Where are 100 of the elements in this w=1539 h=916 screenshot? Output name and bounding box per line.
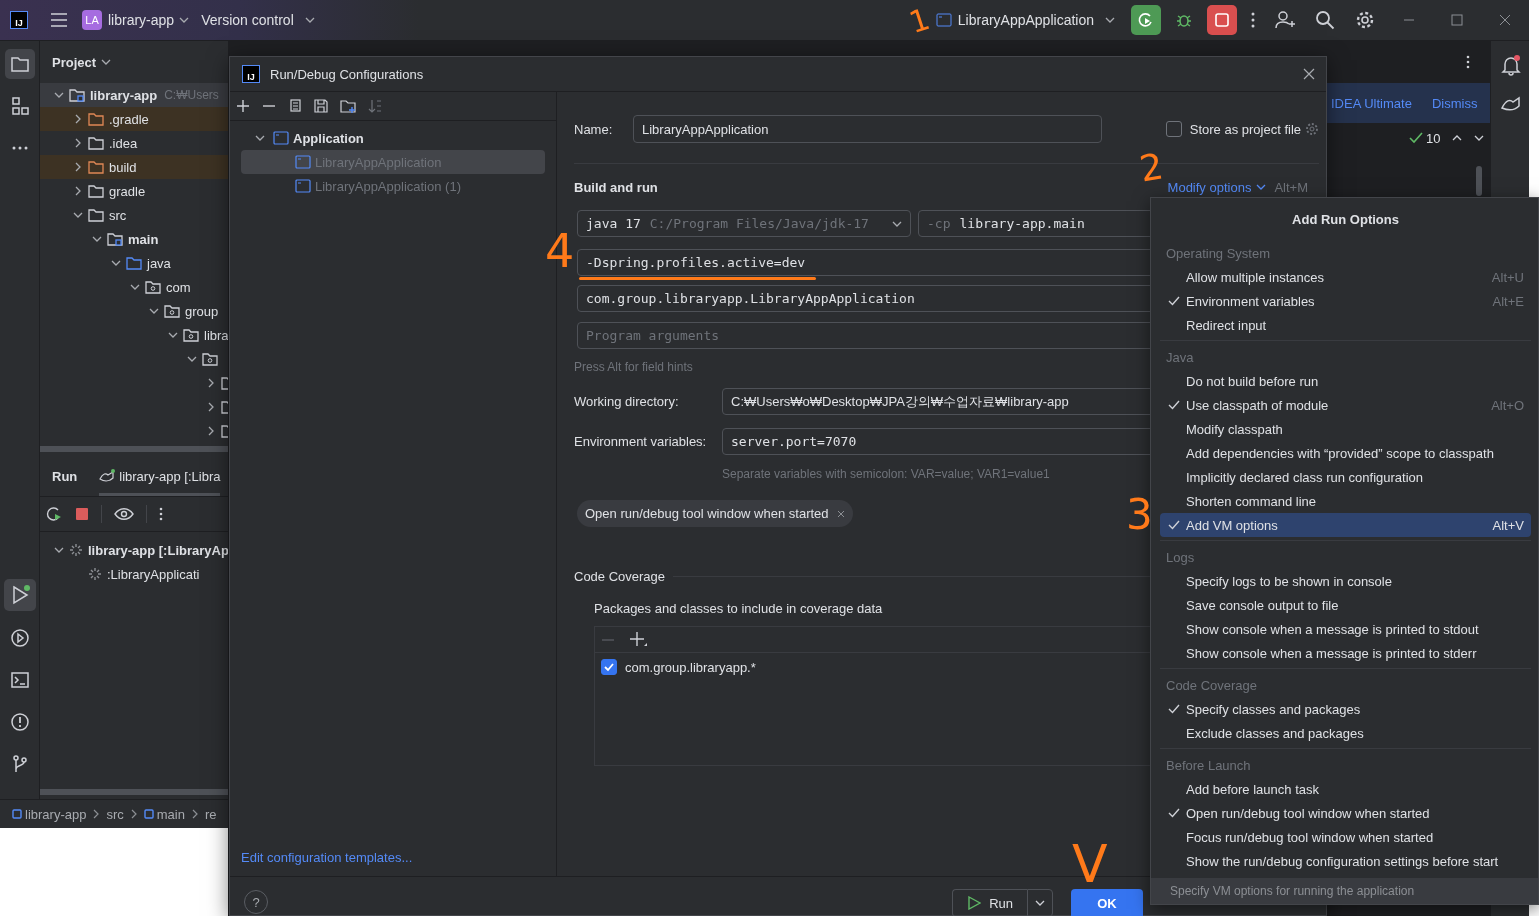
dismiss-link[interactable]: Dismiss [1431,95,1478,111]
tree-item[interactable]: com [40,275,228,299]
close-icon[interactable] [1499,14,1511,26]
rerun-button[interactable] [1131,5,1161,35]
chevron-icon[interactable] [73,162,83,172]
store-checkbox[interactable]: Store as project file [1165,121,1301,137]
menu-item[interactable]: Specify classes and packages [1160,697,1531,721]
menu-item[interactable]: Show the run/debug configuration settings before start [1160,849,1531,873]
panel-title[interactable]: Project [52,54,97,70]
chevron-icon[interactable] [149,306,159,316]
config-item[interactable]: Application [241,126,545,150]
add-icon[interactable] [236,99,250,113]
app-logo[interactable]: IJ [10,11,28,29]
remove-icon[interactable] [836,509,845,518]
more-icon[interactable] [1466,55,1470,69]
menu-item[interactable]: Focus run/debug tool window when started [1160,825,1531,849]
chevron-icon[interactable] [111,258,121,268]
scrollbar[interactable] [1476,166,1482,196]
jre-dropdown[interactable]: java 17 C:/Program Files/Java/jdk-17 [577,210,911,237]
chevron-icon[interactable] [73,138,83,148]
search-icon[interactable] [1315,10,1335,30]
run-tab[interactable]: library-app [:Libra [99,456,221,496]
tree-item[interactable]: gradle [40,179,228,203]
tree-item[interactable]: main [40,227,228,251]
run-button[interactable]: Run [952,889,1027,916]
chevron-icon[interactable] [54,90,64,100]
run-config-selector[interactable]: LibraryAppApplication [935,12,1115,28]
tree-item[interactable]: :LibraryApplicati [40,562,228,586]
breadcrumb-item[interactable]: main [143,806,185,822]
ok-button[interactable]: OK [1071,889,1143,916]
add-icon[interactable] [629,630,647,649]
menu-item[interactable]: Show console when a message is printed to stdout [1160,617,1531,641]
chevron-icon[interactable] [206,426,216,436]
item-label: build [109,159,137,175]
coverage-label: Packages and classes to include in coverage data [594,601,883,616]
breadcrumb-item[interactable]: re [204,806,217,822]
save-icon[interactable] [314,99,328,113]
chevron-down-icon[interactable] [1474,133,1485,143]
settings-icon[interactable] [1355,10,1375,30]
tree-item[interactable]: libra [40,323,228,347]
menu-item[interactable]: Add before launch task [1160,777,1531,801]
menu-item[interactable]: Add VM options Alt+V [1160,513,1531,537]
tree-item[interactable]: src [40,203,228,227]
project-switcher[interactable]: LA library-app [82,10,190,30]
tree-item[interactable]: .gradle [40,107,228,131]
more-icon[interactable] [159,507,163,521]
breadcrumb-item[interactable]: library-app [12,806,87,822]
chevron-icon[interactable] [206,378,216,388]
chevron-icon[interactable] [73,186,83,196]
chevron-icon[interactable] [187,354,197,364]
copy-icon[interactable] [288,99,302,113]
chevron-up-icon[interactable] [1452,133,1463,143]
menu-item[interactable]: Save console output to file [1160,593,1531,617]
inspection-count[interactable]: 10 [1409,130,1441,146]
add-user-icon[interactable] [1275,10,1295,30]
close-icon[interactable] [1303,68,1315,80]
run-icon[interactable] [3,579,36,611]
stop-button[interactable] [1207,5,1237,35]
menu-item[interactable]: Implicitly declared class run configuration [1160,465,1531,489]
menu-item[interactable]: Shorten command line [1160,489,1531,513]
tree-item[interactable]: group [40,299,228,323]
edit-templates-link[interactable]: Edit configuration templates... [241,850,556,865]
scrollbar[interactable] [40,446,228,452]
maximize-icon[interactable] [1451,14,1463,26]
scrollbar[interactable] [40,789,228,795]
chevron-icon[interactable] [168,330,178,340]
modify-options-link[interactable]: Modify options [1167,179,1267,195]
gear-icon[interactable] [1305,122,1319,136]
chevron-icon[interactable] [73,210,83,220]
upgrade-link[interactable]: IDEA Ultimate [1331,95,1412,111]
more-icon[interactable] [1251,12,1255,28]
chevron-icon[interactable] [255,133,265,143]
rerun-icon[interactable] [45,505,63,523]
menu-item[interactable]: Show console when a message is printed to stderr [1160,641,1531,665]
name-field[interactable]: LibraryAppApplication [633,115,1102,143]
eye-icon[interactable] [114,507,134,521]
tree-item[interactable]: library-app C:₩Users [40,83,228,107]
menu-item[interactable]: Exclude classes and packages [1160,721,1531,745]
chevron-icon[interactable] [54,545,64,555]
tree-item[interactable]: build [40,155,228,179]
sort-icon[interactable] [368,99,382,113]
menu-icon[interactable] [50,13,68,27]
menu-item[interactable]: Open run/debug tool window when started [1160,801,1531,825]
tree-item[interactable]: .idea [40,131,228,155]
folder-icon[interactable] [4,49,35,79]
option-chip[interactable]: Open run/debug tool window when started [577,500,853,527]
chevron-icon[interactable] [206,402,216,412]
chevron-icon[interactable] [92,234,102,244]
run-options-button[interactable] [1027,889,1053,916]
new-folder-icon[interactable] [340,99,356,113]
breadcrumb-item[interactable]: src [106,806,124,822]
menu-item[interactable]: Specify logs to be shown in console [1160,569,1531,593]
vcs-menu[interactable]: Version control [201,12,315,28]
checkbox[interactable] [601,659,617,675]
stop-icon[interactable] [75,507,89,521]
tree-item[interactable]: library-app [:LibraryAp [40,538,228,562]
chevron-icon[interactable] [130,282,140,292]
chevron-down-icon[interactable] [101,57,112,67]
chevron-icon[interactable] [73,114,83,124]
tree-item[interactable]: java [40,251,228,275]
